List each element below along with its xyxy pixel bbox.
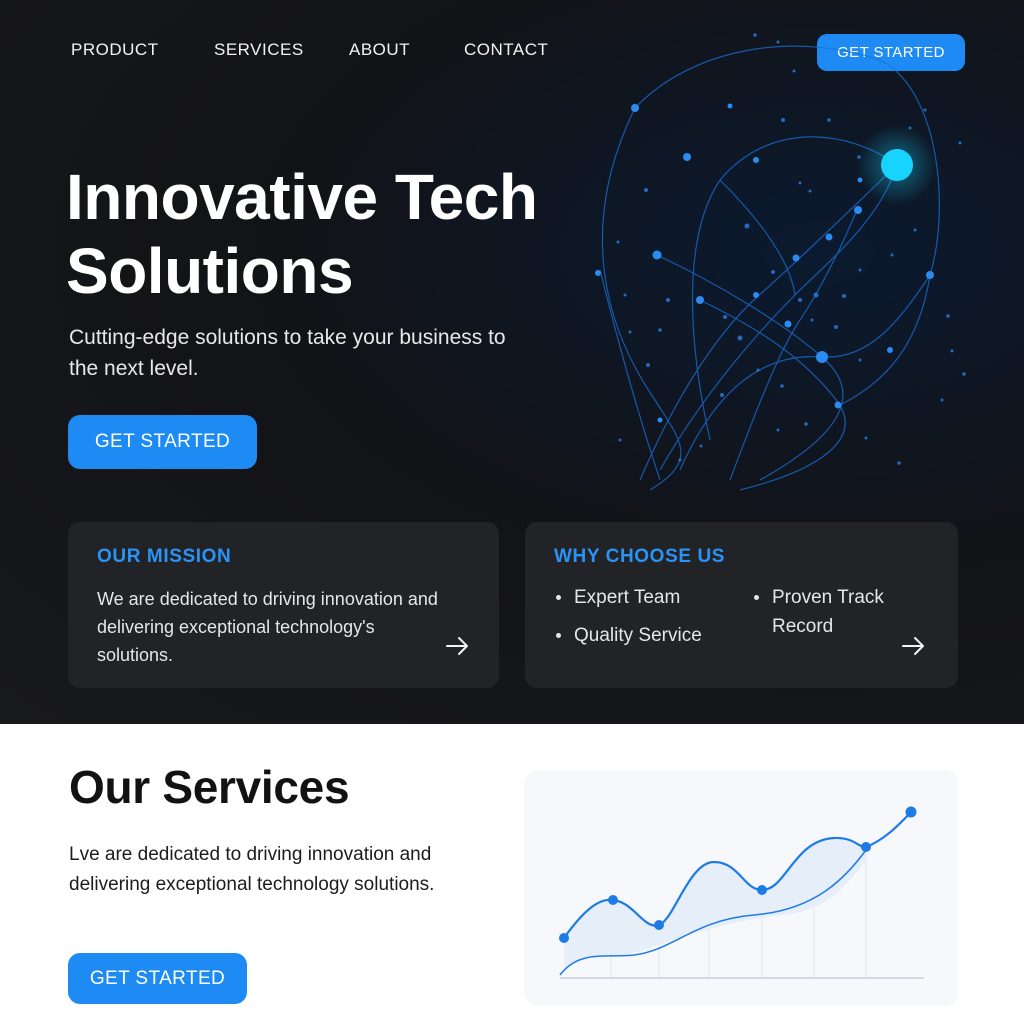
hero-subtitle: Cutting-edge solutions to take your busi… (69, 326, 506, 380)
nav-about-link[interactable]: ABOUT (349, 40, 410, 60)
mission-text: We are dedicated to driving innovation a… (97, 589, 438, 665)
hero-title-line2: Solutions (66, 235, 354, 307)
arrow-right-icon[interactable] (901, 636, 927, 656)
why-bullet-proven-track-record: Proven Track Record (752, 583, 912, 641)
network-graphic (595, 33, 966, 491)
nav-product-link[interactable]: PRODUCT (71, 40, 159, 60)
hero-title: Innovative Tech Solutions (66, 160, 586, 308)
mission-title: OUR MISSION (97, 546, 232, 567)
why-title: WHY CHOOSE US (554, 546, 726, 567)
why-bullet-expert-team: Expert Team (554, 583, 734, 612)
mission-card: OUR MISSION We are dedicated to driving … (68, 522, 499, 688)
nav-contact-link[interactable]: CONTACT (464, 40, 548, 60)
services-text: Lve are dedicated to driving innovation … (69, 844, 435, 895)
why-choose-us-card: WHY CHOOSE US Expert Team Quality Servic… (525, 522, 958, 688)
why-bullet-quality-service: Quality Service (554, 621, 734, 650)
hero-section: PRODUCT SERVICES ABOUT CONTACT GET START… (0, 0, 1024, 724)
growth-line-chart-illustration (559, 806, 924, 979)
hero-get-started-button[interactable]: GET STARTED (68, 415, 257, 469)
nav-services-link[interactable]: SERVICES (214, 40, 304, 60)
services-get-started-button[interactable]: GET STARTED (68, 953, 247, 1004)
arrow-right-icon[interactable] (445, 636, 471, 656)
growth-chart-card (524, 770, 958, 1006)
hero-title-line1: Innovative Tech (66, 161, 538, 233)
services-title: Our Services (69, 761, 350, 813)
